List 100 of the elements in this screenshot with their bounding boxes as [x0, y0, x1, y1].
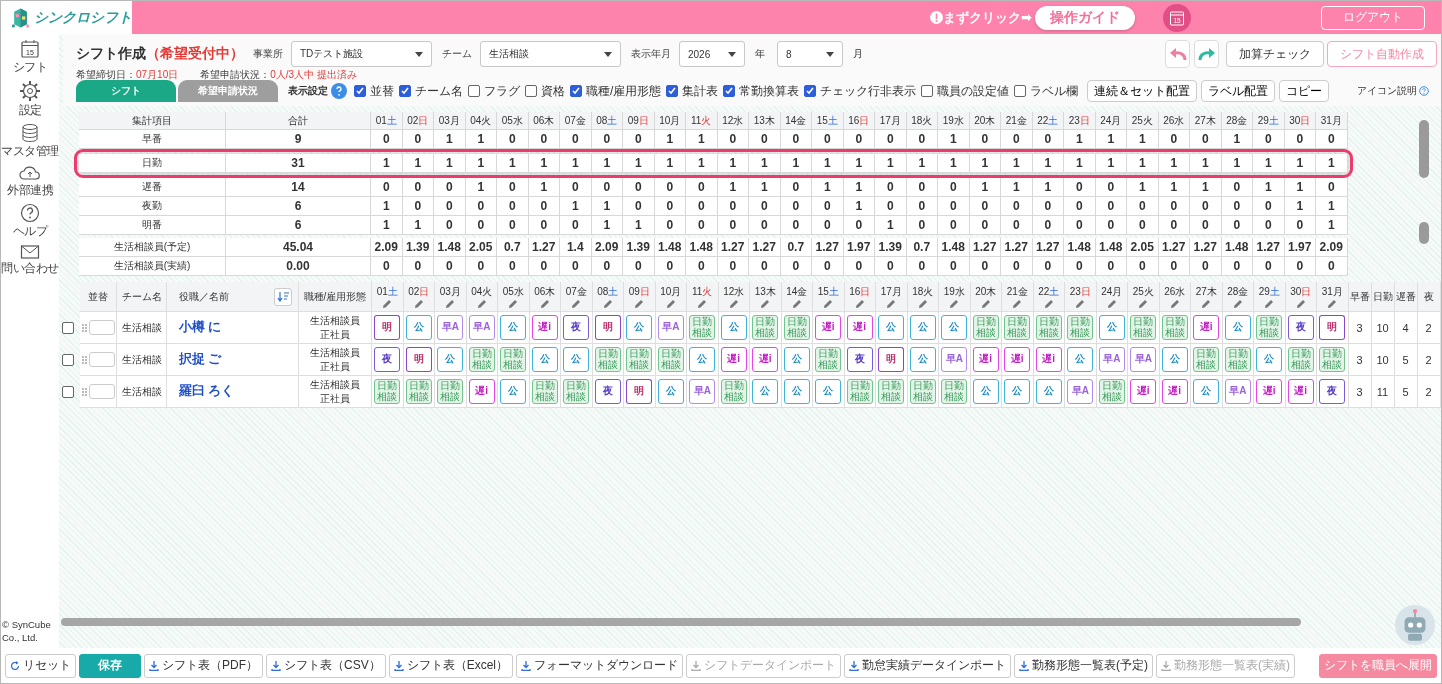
pencil-icon[interactable] — [1327, 298, 1338, 309]
shift-chip[interactable]: 公 — [626, 315, 653, 340]
shift-chip[interactable]: 早A — [1224, 379, 1251, 404]
shift-chip[interactable]: 早A — [657, 315, 684, 340]
shift-chip[interactable]: 日勤相談 — [500, 347, 527, 372]
staff-name[interactable]: 羅臼 ろく — [167, 376, 299, 408]
pencil-icon[interactable] — [854, 298, 865, 309]
pencil-icon[interactable] — [1232, 298, 1243, 309]
shift-chip[interactable]: 夜 — [1319, 379, 1346, 404]
shift-chip[interactable]: 早A — [468, 315, 495, 340]
tool-button[interactable]: 連続＆セット配置 — [1087, 80, 1198, 102]
row-checkbox[interactable] — [61, 386, 74, 398]
guide-button[interactable]: 操作ガイド — [1035, 5, 1135, 30]
shift-chip[interactable]: 日勤相談 — [815, 347, 842, 372]
select-field[interactable]: 生活相談 — [480, 41, 621, 67]
drag-handle-icon[interactable] — [81, 354, 87, 365]
shift-chip[interactable]: 日勤相談 — [941, 379, 968, 404]
shift-chip[interactable]: 日勤相談 — [437, 379, 464, 404]
robot-icon[interactable] — [1395, 605, 1435, 645]
sidebar-item[interactable]: マスタ管理 — [1, 143, 59, 160]
checkbox-label[interactable]: 並替 — [370, 82, 394, 100]
shift-chip[interactable]: 日勤相談 — [594, 347, 621, 372]
staff-name[interactable]: 択捉 ご — [167, 344, 299, 376]
order-field[interactable] — [88, 320, 115, 335]
shift-chip[interactable]: 日勤相談 — [626, 347, 653, 372]
shift-chip[interactable]: 遅i — [815, 315, 842, 340]
pencil-icon[interactable] — [1264, 298, 1275, 309]
shift-chip[interactable]: 公 — [405, 315, 432, 340]
shift-chip[interactable]: 日勤相談 — [1161, 315, 1188, 340]
pencil-icon[interactable] — [1295, 298, 1306, 309]
shift-chip[interactable]: 公 — [1035, 379, 1062, 404]
shift-chip[interactable]: 遅i — [1256, 379, 1283, 404]
help-icon[interactable] — [1419, 86, 1429, 96]
pencil-icon[interactable] — [634, 298, 645, 309]
select-field[interactable]: 8 — [777, 41, 843, 67]
pencil-icon[interactable] — [1106, 298, 1117, 309]
checkbox-label[interactable]: 常勤換算表 — [739, 82, 800, 100]
shift-chip[interactable]: 公 — [500, 379, 527, 404]
pencil-icon[interactable] — [980, 298, 991, 309]
footer-button[interactable]: 勤怠実績データインポート — [844, 653, 1012, 678]
shift-chip[interactable]: 日勤相談 — [909, 379, 936, 404]
shift-chip[interactable]: 公 — [1098, 315, 1125, 340]
vertical-scrollbar[interactable] — [1419, 120, 1429, 178]
shift-chip[interactable]: 公 — [972, 379, 999, 404]
shift-chip[interactable]: 日勤相談 — [689, 315, 716, 340]
pencil-icon[interactable] — [445, 298, 456, 309]
shift-chip[interactable]: 公 — [500, 315, 527, 340]
vertical-scrollbar[interactable] — [1419, 222, 1429, 244]
checkbox-label[interactable]: ラベル欄 — [1030, 82, 1079, 100]
footer-button[interactable]: リセット — [5, 653, 76, 678]
shift-chip[interactable]: 夜 — [563, 315, 590, 340]
shift-chip[interactable]: 遅i — [1035, 347, 1062, 372]
pencil-icon[interactable] — [571, 298, 582, 309]
row-checkbox[interactable] — [61, 322, 74, 334]
checkbox[interactable] — [354, 85, 366, 97]
checkbox[interactable] — [666, 85, 679, 97]
shift-chip[interactable]: 夜 — [846, 347, 873, 372]
shift-chip[interactable]: 遅i — [1161, 379, 1188, 404]
shift-chip[interactable]: 遅i — [1004, 347, 1031, 372]
shift-chip[interactable]: 日勤相談 — [846, 379, 873, 404]
horizontal-scrollbar[interactable] — [61, 618, 1301, 626]
shift-chip[interactable]: 公 — [1161, 347, 1188, 372]
pencil-icon[interactable] — [476, 298, 487, 309]
shift-chip[interactable]: 明 — [374, 315, 401, 340]
shift-chip[interactable]: 日勤相談 — [1256, 315, 1283, 340]
footer-button[interactable]: シフト表（CSV） — [266, 653, 386, 678]
checkbox-label[interactable]: 職種/雇用形態 — [586, 82, 662, 100]
sidebar-item[interactable]: シフト — [12, 59, 48, 76]
checkbox-label[interactable]: フラグ — [484, 82, 520, 100]
pencil-icon[interactable] — [760, 298, 771, 309]
footer-button[interactable]: シフト表（PDF） — [144, 653, 263, 678]
select-field[interactable]: 2026 — [679, 41, 745, 67]
shift-chip[interactable]: 公 — [941, 315, 968, 340]
shift-chip[interactable]: 日勤相談 — [972, 315, 999, 340]
shift-chip[interactable]: 日勤相談 — [1319, 347, 1346, 372]
pencil-icon[interactable] — [602, 298, 613, 309]
shift-chip[interactable]: 公 — [783, 347, 810, 372]
sidebar-item[interactable]: 外部連携 — [7, 182, 53, 199]
pencil-icon[interactable] — [508, 298, 519, 309]
shift-chip[interactable]: 公 — [1256, 347, 1283, 372]
shift-chip[interactable]: 公 — [752, 379, 779, 404]
pencil-icon[interactable] — [1043, 298, 1054, 309]
footer-button[interactable]: シフト表（Excel） — [388, 653, 514, 678]
checkbox[interactable] — [399, 85, 411, 97]
sidebar-item[interactable]: 問い合わせ — [1, 260, 59, 277]
shift-chip[interactable]: 早A — [1098, 347, 1125, 372]
shift-chip[interactable]: 夜 — [374, 347, 401, 372]
sidebar-item[interactable]: ヘルプ — [12, 223, 48, 240]
shift-chip[interactable]: 早A — [1067, 379, 1094, 404]
checkbox[interactable] — [723, 85, 736, 97]
pencil-icon[interactable] — [1075, 298, 1086, 309]
checkbox[interactable] — [525, 85, 537, 97]
tool-button[interactable]: コピー — [1279, 80, 1330, 102]
shift-chip[interactable]: 早A — [941, 347, 968, 372]
shift-chip[interactable]: 公 — [783, 379, 810, 404]
pencil-icon[interactable] — [1169, 298, 1180, 309]
shift-chip[interactable]: 日勤相談 — [1098, 379, 1125, 404]
pencil-icon[interactable] — [539, 298, 550, 309]
shift-chip[interactable]: 遅i — [846, 315, 873, 340]
shift-chip[interactable]: 明 — [405, 347, 432, 372]
